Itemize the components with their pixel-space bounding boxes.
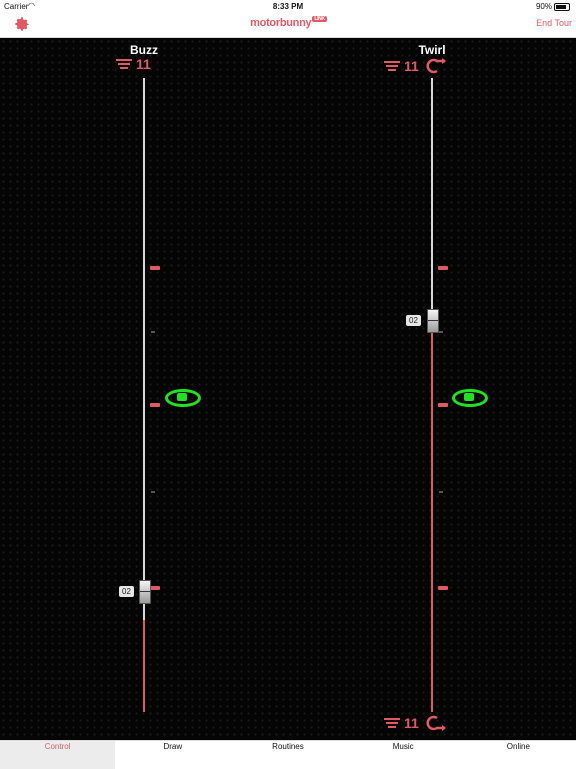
buzz-tick-mark: [150, 403, 160, 407]
buzz-slider-track[interactable]: [143, 78, 145, 620]
battery-percent: 90%: [535, 2, 552, 11]
battery-icon: [554, 3, 570, 11]
center-ring-icon[interactable]: [165, 389, 201, 407]
navigation-bar: motorbunny LINK End Tour: [0, 12, 576, 38]
twirl-level-indicator: 11: [384, 58, 447, 74]
twirl-tick-mark: [438, 586, 448, 590]
center-ring-icon[interactable]: [452, 389, 488, 407]
status-bar: Carrier ◠ 8:33 PM 90%: [0, 0, 576, 12]
control-stage: Buzz 11 02 Twirl 11 02 11: [0, 38, 576, 740]
speed-lines-icon: [384, 718, 400, 728]
twirl-slider-track[interactable]: [431, 78, 433, 318]
tab-draw[interactable]: Draw: [115, 741, 230, 769]
buzz-level-indicator: 11: [116, 56, 151, 72]
channel-label-twirl: Twirl: [418, 43, 446, 57]
buzz-level-value: 11: [136, 56, 151, 72]
buzz-slider-value: 02: [119, 586, 134, 597]
buzz-slider-knob[interactable]: [139, 580, 151, 604]
end-tour-button[interactable]: End Tour: [536, 18, 572, 28]
tab-control[interactable]: Control: [0, 741, 116, 769]
twirl-slider-value: 02: [406, 315, 421, 326]
twirl-tick-minor: [439, 331, 443, 333]
speed-lines-icon: [116, 59, 132, 69]
buzz-tick-mark: [150, 586, 160, 590]
channel-label-buzz: Buzz: [130, 43, 158, 57]
rotate-arrow-icon[interactable]: [425, 58, 447, 74]
buzz-tick-minor: [151, 491, 155, 493]
buzz-slider-fill: [143, 620, 145, 712]
speed-lines-icon: [384, 61, 400, 71]
buzz-tick-minor: [151, 331, 155, 333]
tab-bar: Control Draw Routines Music Online: [0, 740, 576, 769]
twirl-tick-mark: [438, 403, 448, 407]
buzz-tick-mark: [150, 266, 160, 270]
logo-badge: LINK: [312, 16, 327, 22]
twirl-slider-fill: [431, 318, 433, 712]
logo-text: motorbunny: [250, 17, 312, 29]
twirl-tick-minor: [439, 491, 443, 493]
app-logo: motorbunny LINK: [0, 16, 576, 29]
twirl-bottom-level-indicator: 11: [384, 715, 447, 731]
tab-music[interactable]: Music: [346, 741, 461, 769]
twirl-tick-mark: [438, 266, 448, 270]
twirl-bottom-level-value: 11: [404, 715, 419, 731]
tab-online[interactable]: Online: [461, 741, 576, 769]
twirl-slider-knob[interactable]: [427, 309, 439, 333]
twirl-level-value: 11: [404, 58, 419, 74]
tab-routines[interactable]: Routines: [230, 741, 345, 769]
status-time: 8:33 PM: [272, 2, 304, 11]
rotate-arrow-icon[interactable]: [425, 715, 447, 731]
